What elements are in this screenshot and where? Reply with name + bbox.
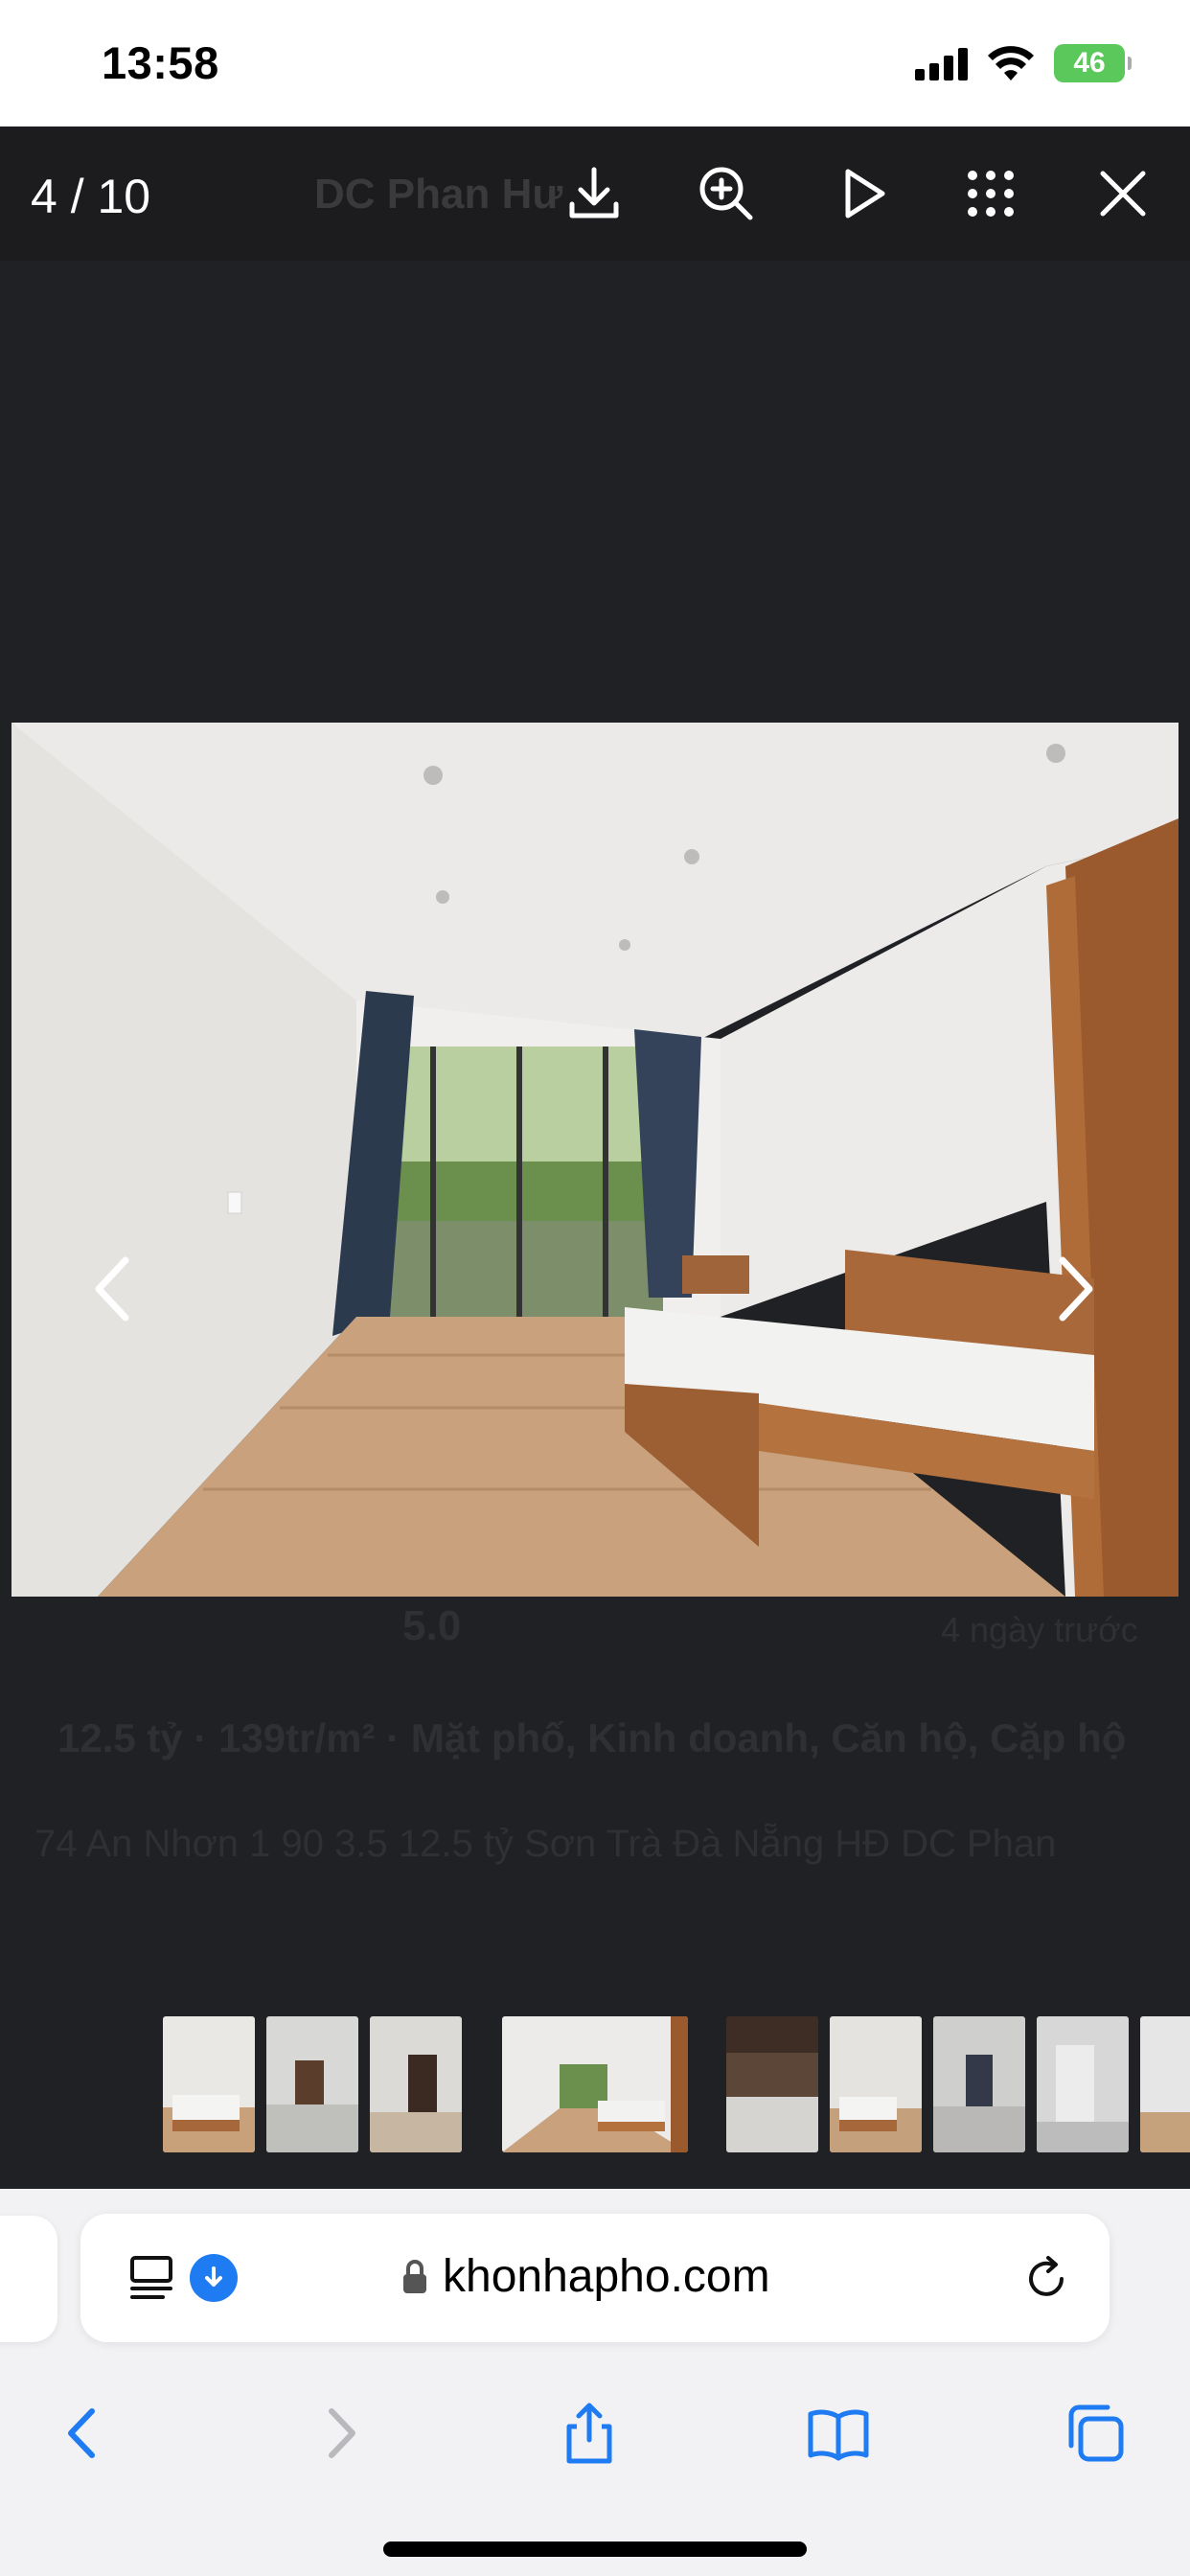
bookmarks-icon[interactable]	[795, 2390, 881, 2476]
chevron-left-icon	[95, 1256, 129, 1322]
url-text: khonhapho.com	[443, 2251, 770, 2302]
safari-toolbar: khonhapho.com	[0, 2189, 1190, 2576]
thumbnail-strip	[0, 1993, 1190, 2185]
browser-nav-bar	[0, 2361, 1190, 2496]
thumbnail[interactable]	[1140, 2016, 1190, 2152]
home-indicator	[383, 2542, 807, 2557]
thumbnail-active[interactable]	[502, 2016, 688, 2152]
thumbnail[interactable]	[933, 2016, 1025, 2152]
address-bar[interactable]: khonhapho.com	[80, 2214, 1110, 2342]
screen: 13:58 46 5.0 4 ngày trước 12.5 tỷ · 139t…	[0, 0, 1190, 2576]
grid-icon[interactable]	[954, 157, 1027, 230]
ghost-rating: 5.0	[402, 1602, 462, 1649]
thumbnail[interactable]	[726, 2016, 818, 2152]
close-icon[interactable]	[1087, 157, 1159, 230]
thumbnail[interactable]	[163, 2016, 255, 2152]
thumbnail[interactable]	[266, 2016, 358, 2152]
downloads-icon[interactable]	[190, 2254, 238, 2302]
status-bar: 13:58 46	[0, 0, 1190, 126]
tabs-icon[interactable]	[1052, 2390, 1138, 2476]
ghost-listing-title: 74 An Nhơn 1 90 3.5 12.5 tỷ Sơn Trà Đà N…	[34, 1823, 1057, 1865]
wifi-icon	[987, 44, 1035, 82]
back-icon[interactable]	[40, 2390, 126, 2476]
battery-icon: 46	[1054, 44, 1132, 82]
lightbox-toolbar: 4 / 10 DC Phan Hư	[0, 126, 1190, 261]
image-lightbox: 5.0 4 ngày trước 12.5 tỷ · 139tr/m² · Mặ…	[0, 126, 1190, 2189]
image-counter: 4 / 10	[31, 170, 151, 223]
download-icon[interactable]	[558, 157, 630, 230]
thumbnail[interactable]	[370, 2016, 462, 2152]
cellular-signal-icon	[915, 48, 969, 80]
forward-icon[interactable]	[297, 2390, 383, 2476]
bedroom-photo[interactable]	[11, 723, 1179, 1597]
previous-tab-peek[interactable]	[0, 2216, 57, 2342]
share-icon[interactable]	[546, 2390, 632, 2476]
page-menu-icon[interactable]	[128, 2252, 178, 2302]
ghost-time-ago: 4 ngày trước	[941, 1610, 1138, 1649]
play-icon[interactable]	[826, 157, 899, 230]
status-time: 13:58	[102, 37, 219, 88]
chevron-right-icon	[1059, 1256, 1093, 1322]
next-image-button[interactable]	[1033, 1246, 1119, 1332]
reload-icon[interactable]	[1019, 2252, 1073, 2306]
previous-image-button[interactable]	[69, 1246, 155, 1332]
thumbnail[interactable]	[1037, 2016, 1129, 2152]
lock-icon	[400, 2258, 429, 2296]
zoom-in-icon[interactable]	[690, 157, 763, 230]
battery-level: 46	[1073, 47, 1106, 79]
ghost-price-line: 12.5 tỷ · 139tr/m² · Mặt phố, Kinh doanh…	[57, 1715, 1127, 1760]
thumbnail[interactable]	[830, 2016, 922, 2152]
ghost-page-title: DC Phan Hư	[314, 171, 563, 218]
